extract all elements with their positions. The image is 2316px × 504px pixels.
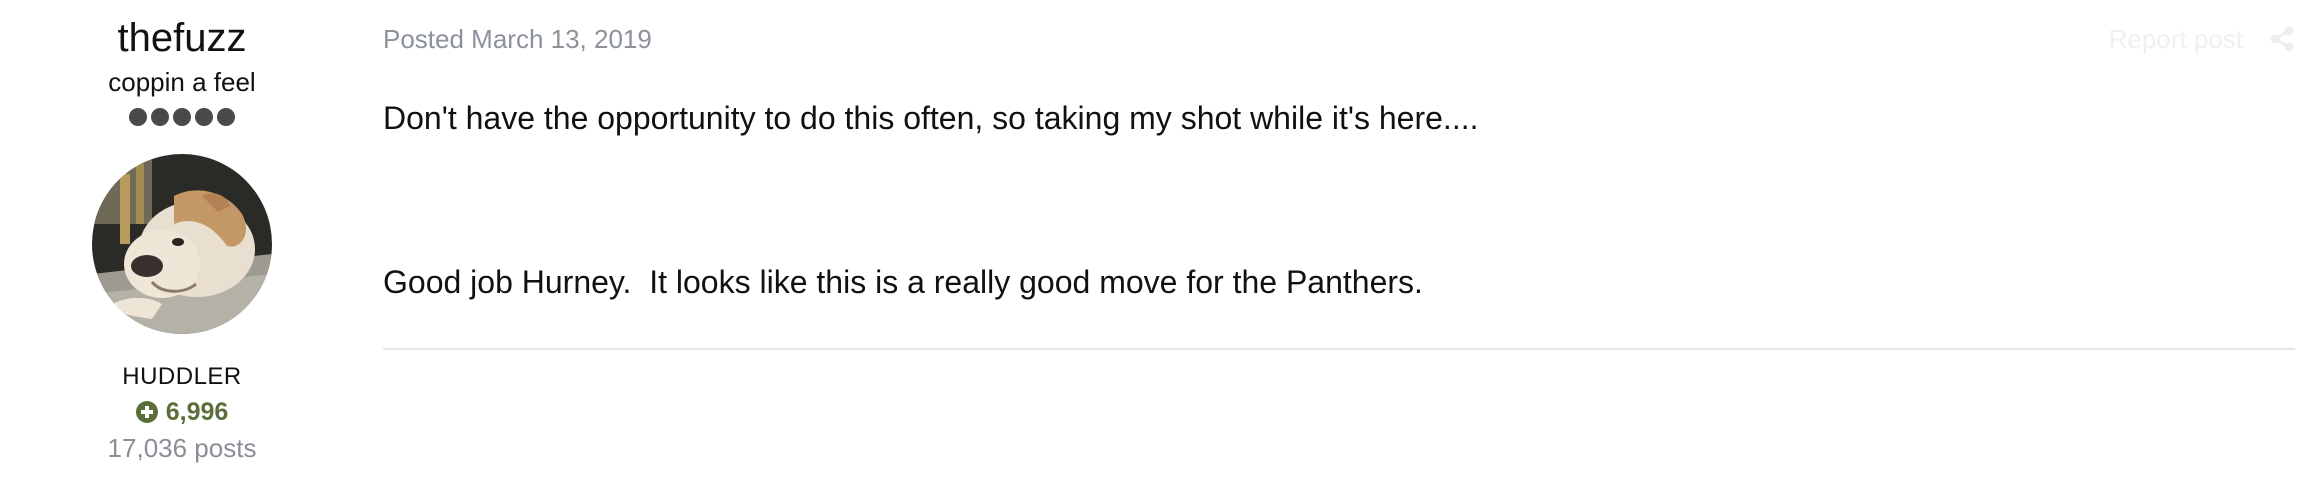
post-date[interactable]: Posted March 13, 2019: [383, 22, 652, 56]
reputation-value: 6,996: [165, 398, 229, 426]
author-username[interactable]: thefuzz: [40, 12, 324, 64]
rank-pip: [217, 108, 235, 126]
author-title: coppin a feel: [108, 67, 256, 97]
rank-pip: [173, 108, 191, 126]
rank-pip: [151, 108, 169, 126]
post-count: 17,036 posts: [107, 433, 257, 463]
rank-pips: [40, 108, 324, 126]
report-post-link[interactable]: Report post: [2109, 22, 2243, 56]
rank-pip: [129, 108, 147, 126]
post-paragraph: Don't have the opportunity to do this of…: [383, 100, 1479, 136]
member-group: HUDDLER: [122, 363, 242, 390]
avatar[interactable]: [92, 154, 272, 334]
reputation-badge[interactable]: 6,996: [40, 394, 324, 430]
rank-pip: [195, 108, 213, 126]
post-divider: [383, 348, 2295, 350]
plus-circle-icon: [135, 401, 158, 423]
post-body: Don't have the opportunity to do this of…: [383, 96, 2295, 304]
post-actions: Report post: [2109, 22, 2295, 56]
share-icon[interactable]: [2269, 26, 2295, 52]
bulldog-avatar-image: [92, 154, 272, 334]
author-panel: thefuzz coppin a feel HUDDLER 6,996 17,0…: [40, 0, 324, 466]
post-paragraph: Good job Hurney. It looks like this is a…: [383, 264, 1423, 300]
